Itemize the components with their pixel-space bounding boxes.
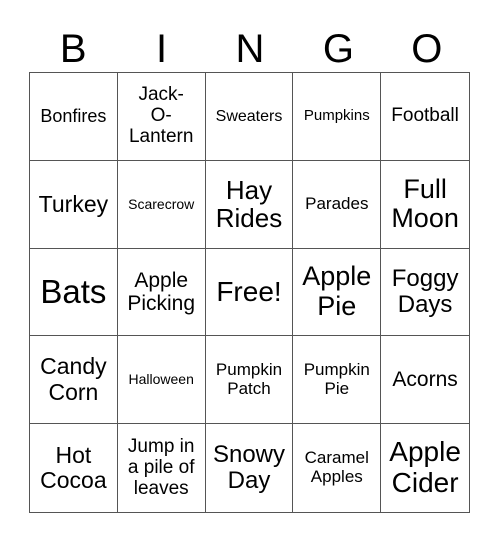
bingo-cell[interactable]: Apple Cider — [381, 424, 469, 512]
bingo-cell[interactable]: Bonfires — [30, 73, 118, 161]
header-letter-b: B — [59, 27, 87, 71]
bingo-header: B I N G O — [29, 26, 471, 72]
bingo-cell[interactable]: Football — [381, 73, 469, 161]
bingo-cell[interactable]: Jack-O-Lantern — [117, 73, 206, 161]
bingo-cell[interactable]: Jump in a pile of leaves — [118, 424, 206, 512]
bingo-cell[interactable]: Parades — [293, 160, 382, 249]
bingo-cell[interactable]: Turkey — [30, 160, 118, 249]
bingo-cell[interactable]: Sweaters — [205, 73, 294, 161]
bingo-cell[interactable]: Bats — [30, 248, 118, 337]
bingo-card: Bonfires Jack-O-Lantern Sweaters Pumpkin… — [29, 72, 470, 513]
bingo-cell[interactable]: Caramel Apples — [293, 424, 382, 512]
bingo-cell[interactable]: Pumpkin Patch — [205, 336, 294, 425]
bingo-cell[interactable]: Hay Rides — [205, 160, 294, 249]
header-letter-i: I — [156, 27, 168, 71]
bingo-cell[interactable]: Full Moon — [381, 161, 469, 249]
bingo-cell[interactable]: Hot Cocoa — [30, 424, 118, 512]
bingo-cell[interactable]: Scarecrow — [117, 160, 206, 249]
bingo-cell[interactable]: Candy Corn — [30, 336, 118, 425]
bingo-cell[interactable]: Apple Picking — [117, 248, 206, 337]
bingo-cell[interactable]: Apple Pie — [293, 248, 382, 337]
header-letter-g: G — [322, 27, 354, 71]
bingo-cell[interactable]: Foggy Days — [381, 249, 469, 337]
bingo-cell[interactable]: Pumpkin Pie — [293, 336, 382, 425]
bingo-cell[interactable]: Halloween — [117, 336, 206, 425]
header-letter-n: N — [235, 27, 265, 71]
bingo-cell[interactable]: Snowy Day — [206, 424, 294, 512]
bingo-cell[interactable]: Acorns — [381, 336, 469, 425]
free-space[interactable]: Free! — [205, 248, 294, 337]
bingo-cell[interactable]: Pumpkins — [293, 73, 382, 161]
header-letter-o: O — [411, 27, 443, 71]
